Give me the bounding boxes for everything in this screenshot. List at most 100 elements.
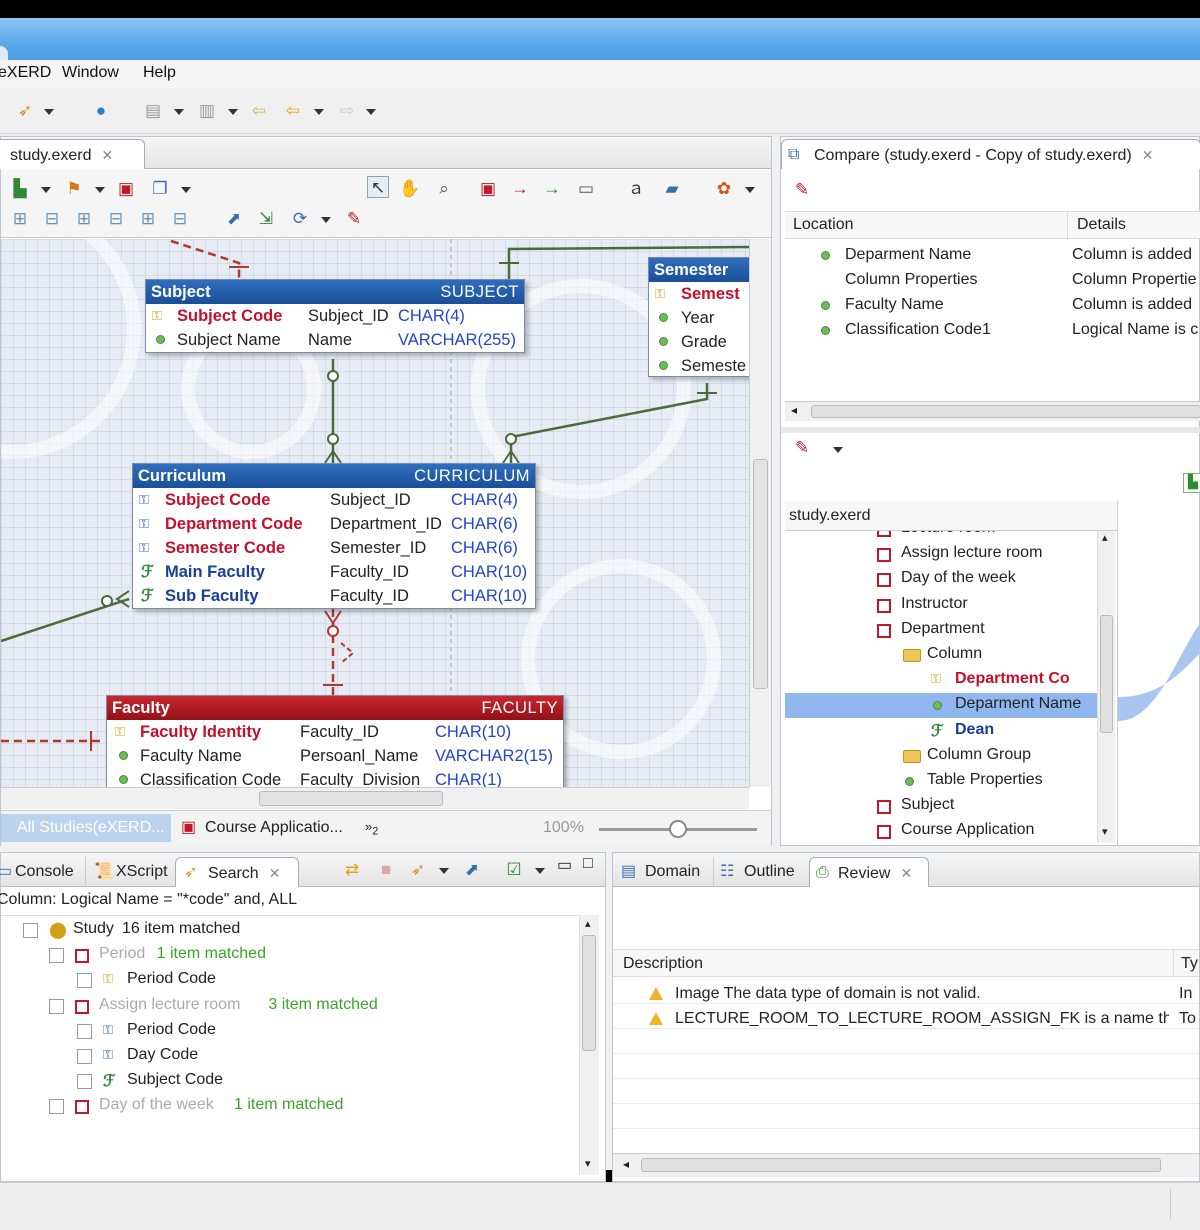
pane-splitter[interactable] — [781, 427, 1200, 433]
maximize-icon[interactable]: □ — [583, 855, 593, 873]
result-checkbox[interactable] — [77, 1023, 92, 1039]
compare-row[interactable]: Column Properties Column Propertie — [785, 268, 1200, 293]
entity-row[interactable]: ⚿ Semest — [649, 282, 749, 306]
entity-row[interactable]: ⚿ Subject Code Subject_ID CHAR(4) — [146, 304, 524, 328]
tree-item[interactable]: Instructor — [785, 593, 1097, 618]
rocket-icon[interactable]: ➶ — [14, 100, 36, 122]
chevron-down-icon[interactable] — [95, 187, 105, 193]
close-icon[interactable]: ✕ — [900, 865, 912, 881]
title-bar[interactable] — [0, 18, 1200, 68]
close-icon[interactable]: ✕ — [102, 147, 114, 163]
zoom-icon[interactable]: ⌕ — [433, 178, 455, 200]
tree-item[interactable]: Department — [785, 618, 1097, 643]
search-result-row[interactable]: ⬤ Study 16 item matched — [1, 918, 579, 943]
refresh-icon[interactable]: ⇄ — [341, 859, 363, 881]
export-icon[interactable]: ⬈ — [461, 859, 483, 881]
tree-item[interactable]: Course Application — [785, 819, 1097, 843]
layout-icon[interactable]: ▙ — [9, 178, 31, 200]
result-checkbox[interactable] — [23, 923, 38, 938]
scroll-thumb[interactable] — [753, 459, 768, 689]
align-icon[interactable]: ⊟ — [41, 208, 63, 230]
search-result-row[interactable]: ⚿ Period Code — [1, 968, 579, 993]
chevron-down-icon[interactable] — [439, 868, 449, 874]
entity-semester[interactable]: Semester ⚿ Semest Year Grade Semeste — [648, 257, 749, 377]
column-header-location[interactable]: Location — [793, 216, 854, 234]
column-header-details[interactable]: Details — [1077, 216, 1126, 234]
entity-row[interactable]: ⚿ Subject Code Subject_ID CHAR(4) — [133, 488, 535, 512]
scroll-down-icon[interactable]: ▾ — [585, 1157, 591, 1170]
menu-exerd[interactable]: eXERD — [0, 64, 51, 82]
entity-curriculum[interactable]: Curriculum CURRICULUM ⚿ Subject Code Subjec… — [132, 463, 536, 609]
scroll-thumb[interactable] — [259, 791, 443, 806]
search-result-row[interactable]: ℱ Subject Code — [1, 1069, 579, 1094]
new-file-icon[interactable]: ▤ — [142, 100, 164, 122]
canvas-horizontal-scrollbar[interactable] — [1, 787, 749, 809]
import-icon[interactable]: ⇲ — [255, 208, 277, 230]
chevron-down-icon[interactable] — [44, 109, 54, 115]
entity-row[interactable]: ⚿ Department Code Department_ID CHAR(6) — [133, 512, 535, 536]
minimize-icon[interactable]: ▭ — [557, 855, 572, 875]
entity-row[interactable]: Subject Name Name VARCHAR(255) — [146, 328, 524, 352]
scroll-down-icon[interactable]: ▾ — [1102, 825, 1108, 838]
tab-search[interactable]: ➶ Search ✕ — [175, 857, 299, 887]
align-icon[interactable]: ⊞ — [137, 208, 159, 230]
layout-icon[interactable]: ▙ — [1183, 473, 1200, 493]
export-chart-icon[interactable]: ⬈ — [223, 208, 245, 230]
relation-icon[interactable]: → — [509, 178, 531, 200]
review-horizontal-scrollbar[interactable]: ◂ — [613, 1153, 1199, 1177]
search-result-row[interactable]: Period 1 item matched — [1, 943, 579, 968]
tree-item[interactable]: Assign lecture room — [785, 542, 1097, 567]
chevron-down-icon[interactable] — [41, 187, 51, 193]
entity-row[interactable]: Classification Code Faculty_Division CHAR(… — [107, 768, 563, 787]
back-arrow-icon[interactable]: ⇦ — [282, 100, 304, 122]
entity-subject[interactable]: Subject SUBJECT ⚿ Subject Code Subject_ID… — [145, 279, 525, 353]
search-result-row[interactable]: ⚿ Period Code — [1, 1019, 579, 1044]
tab-xscript[interactable]: 📜 XScript — [85, 857, 175, 887]
tree-item[interactable]: Day of the week — [785, 567, 1097, 592]
chevron-down-icon[interactable] — [314, 109, 324, 115]
column-header-description[interactable]: Description — [623, 955, 703, 973]
compare-horizontal-scrollbar[interactable]: ◂ — [785, 401, 1200, 421]
result-checkbox[interactable] — [49, 998, 64, 1014]
canvas-vertical-scrollbar[interactable] — [749, 239, 771, 787]
relation-id-icon[interactable]: → — [541, 178, 563, 200]
tree-item[interactable]: Lecture room — [785, 531, 1097, 542]
pages-icon[interactable]: ❐ — [149, 178, 171, 200]
tab-console[interactable]: ▭ Console — [0, 857, 81, 887]
chevron-down-icon[interactable] — [535, 868, 545, 874]
result-checkbox[interactable] — [77, 1049, 92, 1064]
tab-all-studies[interactable]: All Studies(eXERD... — [1, 814, 171, 842]
entity-row[interactable]: Grade — [649, 330, 749, 354]
palette-icon[interactable]: ✿ — [713, 178, 735, 200]
entity-row[interactable]: ⚿ Semester Code Semester_ID CHAR(6) — [133, 536, 535, 560]
tree-item[interactable]: Subject — [785, 794, 1097, 819]
close-icon[interactable]: ✕ — [1142, 147, 1154, 163]
tree-item[interactable]: Column Group — [785, 744, 1097, 769]
menu-help[interactable]: Help — [143, 64, 176, 82]
scroll-up-icon[interactable]: ▴ — [585, 917, 591, 930]
entity-faculty[interactable]: Faculty FACULTY ⚿ Faculty Identity Faculty_… — [106, 695, 564, 787]
entity-row[interactable]: ℱ Main Faculty Faculty_ID CHAR(10) — [133, 560, 535, 584]
search-result-row[interactable]: Day of the week 1 item matched — [1, 1094, 579, 1119]
scroll-thumb[interactable] — [811, 405, 1200, 418]
edit-icon[interactable]: ✎ — [791, 437, 813, 459]
result-checkbox[interactable] — [77, 973, 92, 989]
results-vertical-scrollbar[interactable]: ▴ ▾ — [579, 915, 599, 1175]
scroll-left-icon[interactable]: ◂ — [623, 1157, 629, 1171]
align-icon[interactable]: ⊟ — [105, 208, 127, 230]
chevron-down-icon[interactable] — [321, 217, 331, 223]
tab-domain[interactable]: ▤ Domain — [617, 857, 713, 887]
forward-arrow-icon[interactable]: ⇨ — [336, 100, 358, 122]
tree-item[interactable]: ⚿ Department Co — [785, 668, 1097, 693]
diagram-canvas[interactable]: Subject SUBJECT ⚿ Subject Code Subject_ID… — [1, 239, 749, 787]
zoom-slider[interactable] — [599, 820, 757, 838]
entity-row[interactable]: Semeste — [649, 354, 749, 376]
chevron-down-icon[interactable] — [366, 109, 376, 115]
tab-overflow-indicator[interactable]: »2 — [365, 819, 378, 838]
stamp-icon[interactable]: ⚑ — [63, 178, 85, 200]
search-result-row[interactable]: Assign lecture room 3 item matched — [1, 994, 579, 1019]
align-icon[interactable]: ⊞ — [73, 208, 95, 230]
compare-row[interactable]: Faculty Name Column is added — [785, 293, 1200, 318]
chevron-down-icon[interactable] — [174, 109, 184, 115]
scroll-thumb[interactable] — [641, 1158, 1161, 1172]
